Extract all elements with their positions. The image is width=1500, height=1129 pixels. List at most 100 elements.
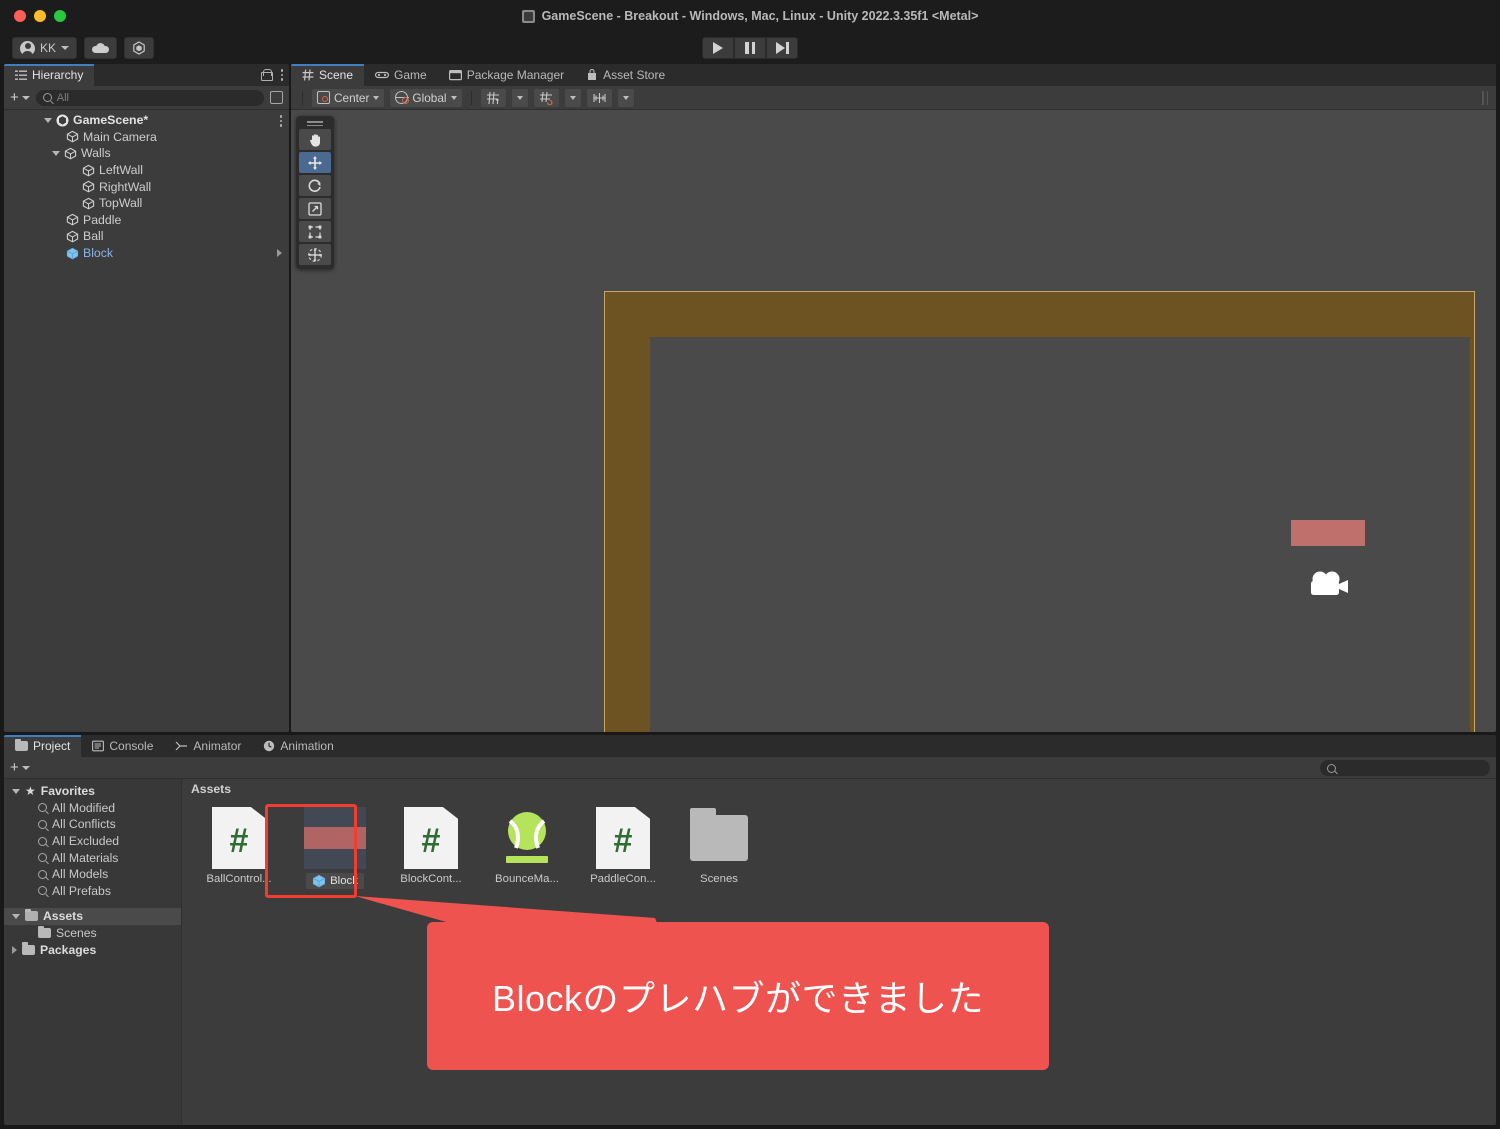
hierarchy-item-rightwall[interactable]: RightWall [4,178,289,195]
kebab-menu-icon[interactable] [279,115,282,127]
playback-controls [0,37,1500,59]
drag-handle[interactable] [307,120,323,127]
chevron-down-icon [373,95,380,100]
transform-tool-button[interactable] [299,244,331,265]
search-icon [38,853,47,863]
scale-tool-button[interactable] [299,198,331,219]
tree-item-all-excluded[interactable]: All Excluded [4,833,181,850]
folder-icon [22,942,35,955]
scene-tab-row: Scene Game Package Manager Asset Store [291,64,1496,86]
gameobject-cube-icon [82,164,95,177]
create-asset-button[interactable]: + [10,760,30,775]
lock-icon[interactable] [260,69,273,81]
tab-asset-store[interactable]: Asset Store [575,64,677,86]
chevron-down-icon[interactable] [52,150,60,156]
hierarchy-item-walls[interactable]: Walls [4,145,289,162]
gameobject-cube-icon [82,180,95,193]
tree-item-label: All Modified [52,800,115,815]
camera-gizmo-icon[interactable] [1305,569,1351,599]
walls-object[interactable] [604,291,1475,732]
tree-item-scenes[interactable]: Scenes [4,925,181,942]
tree-item-favorites[interactable]: ★ Favorites [4,783,181,800]
asset-item-scenes-folder[interactable]: Scenes [680,807,758,889]
hierarchy-search-input[interactable]: All [35,89,264,106]
block-object[interactable] [1291,520,1365,546]
tab-scene[interactable]: Scene [291,64,365,86]
tree-item-all-materials[interactable]: All Materials [4,849,181,866]
view-options-icon[interactable] [270,91,283,104]
asset-label-wrap: Block [306,873,364,889]
project-tree: ★ Favorites All Modified All Conflicts A… [4,779,182,1125]
hand-tool-button[interactable] [299,129,331,150]
move-tool-button[interactable] [299,152,331,173]
hierarchy-item-leftwall[interactable]: LeftWall [4,162,289,179]
chevron-down-icon[interactable] [44,118,52,123]
grid-snapping-dropdown[interactable] [511,88,528,107]
gameobject-cube-icon [64,147,77,160]
handle-rotation-dropdown[interactable]: Global [390,88,462,107]
scene-viewport[interactable] [291,110,1496,732]
grid-visibility-button[interactable] [533,88,559,107]
component-layout-dropdown[interactable] [617,88,634,107]
tab-animation[interactable]: Animation [252,735,345,757]
tab-game[interactable]: Game [364,64,438,86]
tab-animator-label: Animator [193,739,242,753]
tab-project[interactable]: Project [4,735,82,757]
tab-hierarchy[interactable]: Hierarchy [4,64,95,86]
rotate-tool-button[interactable] [299,175,331,196]
tab-project-label: Project [33,739,71,753]
rect-tool-button[interactable] [299,221,331,242]
scene-panel: Scene Game Package Manager Asset Store C… [291,64,1496,732]
window-controls[interactable] [14,10,66,22]
tab-animator[interactable]: Animator [164,735,253,757]
play-button[interactable] [702,37,734,59]
component-layout-button[interactable] [586,88,612,107]
minimize-window-button[interactable] [34,10,46,22]
hierarchy-item-ball[interactable]: Ball [4,228,289,245]
grid-visibility-icon [539,91,553,105]
folder-icon [15,738,28,751]
chevron-down-icon[interactable] [12,913,20,919]
asset-label: BlockCont... [400,873,462,885]
create-gameobject-button[interactable]: + [10,90,30,105]
tab-console[interactable]: Console [81,735,165,757]
hierarchy-item-label: RightWall [99,179,152,194]
hierarchy-item-block[interactable]: Block [4,245,289,262]
asset-item-ballcontroller[interactable]: # BallControl... [200,807,278,889]
chevron-down-icon[interactable] [12,788,20,794]
tree-item-all-prefabs[interactable]: All Prefabs [4,883,181,900]
search-icon [38,836,47,846]
maximize-window-button[interactable] [54,10,66,22]
hierarchy-item-topwall[interactable]: TopWall [4,195,289,212]
tree-item-all-models[interactable]: All Models [4,866,181,883]
tree-item-packages[interactable]: Packages [4,941,181,958]
project-search-input[interactable] [1320,760,1490,776]
asset-item-paddlecontroller[interactable]: # PaddleCon... [584,807,662,889]
chevron-down-icon [21,765,30,770]
tab-package-manager[interactable]: Package Manager [437,64,576,86]
chevron-right-icon[interactable] [277,248,282,257]
tab-hierarchy-label: Hierarchy [32,68,84,82]
tree-item-all-conflicts[interactable]: All Conflicts [4,816,181,833]
step-icon [775,42,789,54]
grid-snapping-button[interactable] [480,88,506,107]
step-button[interactable] [766,37,798,59]
chevron-right-icon[interactable] [12,945,17,954]
hierarchy-tree: GameScene* Main Camera Walls LeftWall Ri… [4,110,289,732]
asset-item-bouncematerial[interactable]: BounceMa... [488,807,566,889]
tree-item-all-modified[interactable]: All Modified [4,800,181,817]
kebab-menu-icon[interactable] [280,69,283,81]
hierarchy-search-placeholder: All [56,91,69,104]
asset-item-block[interactable]: Block [296,807,374,889]
window-title-bar: GameScene - Breakout - Windows, Mac, Lin… [0,0,1500,32]
hierarchy-item-gamescene[interactable]: GameScene* [4,112,289,129]
hierarchy-item-paddle[interactable]: Paddle [4,212,289,229]
tree-item-assets[interactable]: Assets [4,908,181,925]
asset-item-blockcontroller[interactable]: # BlockCont... [392,807,470,889]
pause-button[interactable] [734,37,766,59]
hierarchy-item-main-camera[interactable]: Main Camera [4,129,289,146]
close-window-button[interactable] [14,10,26,22]
divider [302,90,303,105]
pivot-mode-dropdown[interactable]: Center [312,88,385,107]
grid-visibility-dropdown[interactable] [564,88,581,107]
